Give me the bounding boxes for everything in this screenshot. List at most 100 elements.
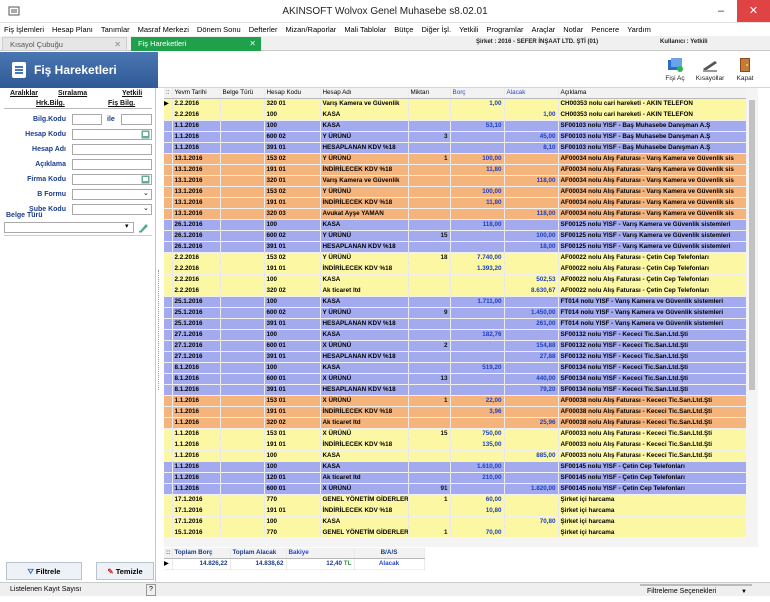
cell-hesap-kodu[interactable]: 191 01 <box>264 197 321 209</box>
cell-yevm-tarihi[interactable]: 1.1.2016 <box>172 439 221 451</box>
cell-yevm-tarihi[interactable]: 1.1.2016 <box>172 131 221 143</box>
cell-belge-turu[interactable] <box>220 197 265 209</box>
cell-aciklama[interactable]: AF00034 nolu Alış Faturası - Varış Kamer… <box>558 153 747 165</box>
cell-miktari[interactable] <box>408 296 451 308</box>
cell-belge-turu[interactable] <box>220 439 265 451</box>
cell-hesap-kodu[interactable]: 600 02 <box>264 307 321 319</box>
table-row[interactable]: 2.2.2016 320 02 Ak ticaret ltd 8.630,67 AF00… <box>164 285 747 297</box>
cell-aciklama[interactable]: AF00022 nolu Alış Faturası - Çetin Cep T… <box>558 274 747 286</box>
cell-aciklama[interactable]: SF00103 nolu YISF - Baş Muhasebe Danışma… <box>558 131 747 143</box>
cell-borc[interactable]: 210,00 <box>450 472 505 484</box>
bilg-kodu-end-input[interactable] <box>121 114 152 125</box>
cell-alacak[interactable]: 8,10 <box>504 142 559 154</box>
cell-alacak[interactable]: 440,00 <box>504 373 559 385</box>
cell-hesap-adi[interactable]: KASA <box>320 296 409 308</box>
menu-araclar[interactable]: Araçlar <box>527 23 559 36</box>
cell-aciklama[interactable]: SF00145 nolu YISF - Çetin Cep Telefonlar… <box>558 461 747 473</box>
cell-belge-turu[interactable] <box>220 340 265 352</box>
cell-belge-turu[interactable] <box>220 362 265 374</box>
cell-borc[interactable]: 7.740,00 <box>450 252 505 264</box>
cell-alacak[interactable]: 1,00 <box>504 109 559 121</box>
cell-belge-turu[interactable] <box>220 230 265 242</box>
cell-hesap-adi[interactable]: GENEL YÖNETİM GİDERLERİ <box>320 527 409 537</box>
cell-hesap-kodu[interactable]: 153 02 <box>264 153 321 165</box>
cell-hesap-kodu[interactable]: 153 01 <box>264 395 321 407</box>
cell-belge-turu[interactable] <box>220 373 265 385</box>
close-tab-icon[interactable]: ✕ <box>114 38 121 52</box>
table-row[interactable]: 1.1.2016 153 01 X ÜRÜNÜ 1 22,00 AF00038 nolu … <box>164 395 747 407</box>
cell-hesap-kodu[interactable]: 100 <box>264 450 321 462</box>
cell-borc[interactable] <box>450 340 505 352</box>
cell-borc[interactable]: 100,00 <box>450 186 505 198</box>
cell-aciklama[interactable]: FT014 nolu YISF - Varış Kamera ve Güvenl… <box>558 318 747 330</box>
cell-borc[interactable]: 11,80 <box>450 164 505 176</box>
cell-miktari[interactable] <box>408 516 451 528</box>
cell-aciklama[interactable]: AF00034 nolu Alış Faturası - Varış Kamer… <box>558 186 747 198</box>
cell-belge-turu[interactable] <box>220 208 265 220</box>
cell-borc[interactable] <box>450 483 505 495</box>
cell-borc[interactable] <box>450 318 505 330</box>
cell-borc[interactable]: 70,00 <box>450 527 505 537</box>
cell-aciklama[interactable]: SF00125 nolu YISF - Varış Kamera ve Güve… <box>558 241 747 253</box>
cell-alacak[interactable] <box>504 120 559 132</box>
cell-belge-turu[interactable] <box>220 175 265 187</box>
tab-fis-bilg[interactable]: Fiş Bilg. <box>108 100 135 107</box>
cell-belge-turu[interactable] <box>220 263 265 275</box>
cell-miktari[interactable]: 13 <box>408 373 451 385</box>
cell-hesap-adi[interactable]: KASA <box>320 329 409 341</box>
menu-donem-sonu[interactable]: Dönem Sonu <box>193 23 245 36</box>
cell-hesap-kodu[interactable]: 100 <box>264 329 321 341</box>
cell-alacak[interactable]: 25,96 <box>504 417 559 429</box>
column-alacak[interactable]: Alacak <box>504 88 559 99</box>
cell-belge-turu[interactable] <box>220 395 265 407</box>
cell-hesap-kodu[interactable]: 600 01 <box>264 373 321 385</box>
cell-yevm-tarihi[interactable]: 1.1.2016 <box>172 472 221 484</box>
cell-belge-turu[interactable] <box>220 109 265 121</box>
cell-aciklama[interactable]: SF00134 nolu YISF - Kececi Tic.San.Ltd.Ş… <box>558 384 747 396</box>
cell-borc[interactable] <box>450 417 505 429</box>
cell-aciklama[interactable]: Şirket içi harcama <box>558 527 747 537</box>
cell-alacak[interactable]: 70,80 <box>504 516 559 528</box>
cell-yevm-tarihi[interactable]: 26.1.2016 <box>172 241 221 253</box>
column-hesap-adi[interactable]: Hesap Adı <box>320 88 409 99</box>
cell-hesap-kodu[interactable]: 153 02 <box>264 252 321 264</box>
table-row[interactable]: 13.1.2016 320 03 Avukat Ayşe YAMAN 118,00 AF… <box>164 208 747 220</box>
cell-yevm-tarihi[interactable]: 25.1.2016 <box>172 307 221 319</box>
table-row[interactable]: 25.1.2016 600 02 Y ÜRÜNÜ 9 1.450,00 FT014 nol… <box>164 307 747 319</box>
menu-tanimlar[interactable]: Tanımlar <box>97 23 134 36</box>
cell-miktari[interactable]: 1 <box>408 527 451 537</box>
cell-hesap-kodu[interactable]: 391 01 <box>264 351 321 363</box>
cell-borc[interactable]: 118,00 <box>450 219 505 231</box>
table-row[interactable]: 15.1.2016 770 GENEL YÖNETİM GİDERLERİ 1 70,0… <box>164 527 747 537</box>
cell-borc[interactable] <box>450 131 505 143</box>
cell-alacak[interactable]: 1.820,00 <box>504 483 559 495</box>
cell-miktari[interactable]: 1 <box>408 395 451 407</box>
cell-hesap-adi[interactable]: X ÜRÜNÜ <box>320 373 409 385</box>
cell-borc[interactable] <box>450 241 505 253</box>
cell-belge-turu[interactable] <box>220 274 265 286</box>
cell-aciklama[interactable]: AF00034 nolu Alış Faturası - Varış Kamer… <box>558 197 747 209</box>
table-row[interactable]: 8.1.2016 600 01 X ÜRÜNÜ 13 440,00 SF00134 nol… <box>164 373 747 385</box>
table-row[interactable]: 1.1.2016 153 01 X ÜRÜNÜ 15 750,00 AF00033 nol… <box>164 428 747 440</box>
column-belge-turu[interactable]: Belge Türü <box>220 88 265 99</box>
cell-yevm-tarihi[interactable]: 13.1.2016 <box>172 197 221 209</box>
cell-miktari[interactable]: 1 <box>408 494 451 506</box>
cell-hesap-kodu[interactable]: 100 <box>264 296 321 308</box>
cell-hesap-kodu[interactable]: 191 01 <box>264 406 321 418</box>
cell-miktari[interactable] <box>408 175 451 187</box>
cell-borc[interactable]: 22,00 <box>450 395 505 407</box>
cell-aciklama[interactable]: SF00125 nolu YISF - Varış Kamera ve Güve… <box>558 219 747 231</box>
cell-belge-turu[interactable] <box>220 153 265 165</box>
cell-yevm-tarihi[interactable]: 2.2.2016 <box>172 252 221 264</box>
cell-yevm-tarihi[interactable]: 25.1.2016 <box>172 296 221 308</box>
column-miktari[interactable]: Miktarı <box>408 88 451 99</box>
cell-belge-turu[interactable] <box>220 131 265 143</box>
kisayollar-button[interactable]: Kısayollar <box>693 55 727 87</box>
cell-aciklama[interactable]: AF00022 nolu Alış Faturası - Çetin Cep T… <box>558 252 747 264</box>
cell-aciklama[interactable]: SF00145 nolu YISF - Çetin Cep Telefonlar… <box>558 483 747 495</box>
table-row[interactable]: 13.1.2016 320 01 Varış Kamera ve Güvenlik 1… <box>164 175 747 187</box>
cell-hesap-adi[interactable]: HESAPLANAN KDV %18 <box>320 351 409 363</box>
cell-borc[interactable]: 53,10 <box>450 120 505 132</box>
help-button[interactable]: ? <box>146 584 156 596</box>
cell-alacak[interactable]: 118,00 <box>504 175 559 187</box>
